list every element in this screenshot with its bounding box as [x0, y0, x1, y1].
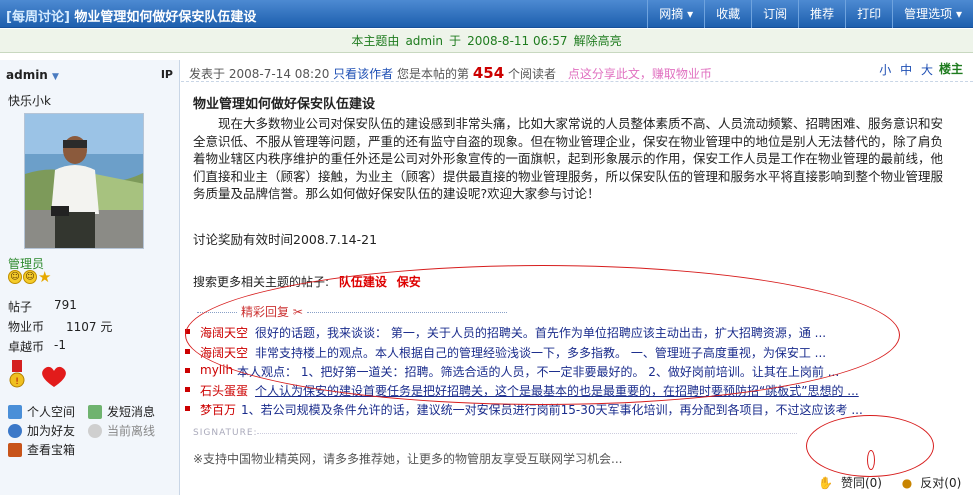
offline-status: 当前离线 [88, 422, 155, 439]
bullet-icon [185, 387, 190, 392]
font-size-switch: 小 中 大 [874, 61, 933, 78]
post-info: 发表于 2008-7-14 08:20 只看该作者 您是本帖的第 454 个阅读… [189, 64, 712, 82]
avatar-photo [25, 114, 143, 248]
add-friend-icon [8, 423, 22, 438]
heart-icon [42, 366, 66, 387]
agree-button[interactable]: ✋ 赞同(0) [818, 476, 890, 490]
menu-favorite[interactable]: 收藏 [704, 0, 751, 28]
author-only-link[interactable]: 只看该作者 [333, 67, 393, 81]
author-nickname: 快乐小k [8, 94, 51, 108]
view-treasure-link[interactable]: 查看宝箱 [8, 441, 75, 458]
stat-property-coins: 物业币 1107 元 [8, 320, 113, 334]
add-friend-link[interactable]: 加为好友 [8, 422, 75, 439]
font-medium-button[interactable]: 中 [900, 63, 912, 77]
bullet-icon [185, 349, 190, 354]
author-name[interactable]: admin ▼ [6, 68, 59, 82]
menu-digest[interactable]: 网摘 ▾ [647, 0, 704, 28]
thread-title-bar: [每周讨论] 物业管理如何做好保安队伍建设 网摘 ▾ 收藏 订阅 推荐 打印 管… [0, 0, 973, 28]
thread-title-text: 物业管理如何做好保安队伍建设 [74, 10, 257, 25]
moderation-notice: 本主题由 admin 于 2008-8-11 06:57 解除高亮 [0, 29, 973, 53]
notice-date: 2008-8-11 06:57 [467, 34, 568, 48]
reply-author[interactable]: 石头蛋蛋 [200, 382, 248, 399]
notice-label: 于 [449, 34, 462, 48]
ip-label[interactable]: IP [161, 68, 173, 81]
reader-prefix: 您是本帖的第 [397, 67, 470, 81]
post-body: 现在大多数物业公司对保安队伍的建设感到非常头痛，比如大家常说的人员整体素质不高、… [193, 116, 944, 201]
svg-text:!: ! [15, 377, 19, 387]
personal-space-link[interactable]: 个人空间 [8, 403, 75, 420]
menu-admin-options[interactable]: 管理选项 ▾ [892, 0, 973, 28]
font-small-button[interactable]: 小 [879, 63, 891, 77]
send-message-link[interactable]: 发短消息 [88, 403, 155, 420]
menu-recommend[interactable]: 推荐 [798, 0, 845, 28]
thread-menu: 网摘 ▾ 收藏 订阅 推荐 打印 管理选项 ▾ [647, 0, 973, 28]
signature-text: ※支持中国物业精英网，请多多推荐她，让更多的物管朋友享受互联网学习机会... [193, 452, 623, 466]
oppose-button[interactable]: ● 反对(0) [902, 476, 969, 490]
thumb-up-icon: ✋ [818, 476, 833, 490]
font-large-button[interactable]: 大 [921, 63, 933, 77]
posted-at: 2008-7-14 08:20 [228, 67, 330, 81]
stat-excellence-coins: 卓越币 -1 [8, 338, 66, 354]
smiley-icon: ☺ [8, 270, 22, 284]
avatar [24, 113, 144, 249]
notice-action: 解除高亮 [573, 34, 622, 48]
egg-icon: ● [901, 476, 913, 490]
notice-user[interactable]: admin [405, 34, 443, 48]
post-meta-bar: 发表于 2008-7-14 08:20 只看该作者 您是本帖的第 454 个阅读… [181, 60, 973, 82]
rank-icons: ☺ ☺ ★ [8, 268, 52, 286]
posted-label: 发表于 [189, 67, 226, 81]
author-sidebar: admin ▼ IP 快乐小k 管理员 ☺ ☺ ★ 帖子 791 物业币 1107 … [0, 60, 180, 495]
medals: ! [8, 360, 68, 394]
medal-icon: ! [9, 360, 25, 388]
reader-count: 454 [472, 64, 505, 82]
share-link[interactable]: 点这分享此文，赚取物业币 [568, 67, 712, 81]
floor-label: 楼主 [938, 62, 963, 76]
bullet-icon [185, 368, 190, 373]
notice-prefix: 本主题由 [351, 34, 400, 48]
menu-subscribe[interactable]: 订阅 [751, 0, 798, 28]
thread-title: [每周讨论] 物业管理如何做好保安队伍建设 [6, 6, 256, 25]
offline-user-icon [88, 423, 102, 438]
reply-author[interactable]: 梦百万 [200, 401, 236, 418]
smiley-icon: ☺ [23, 270, 37, 284]
treasure-box-icon [8, 442, 22, 457]
award-period: 讨论奖励有效时间2008.7.14-21 [193, 232, 378, 247]
stat-posts: 帖子 791 [8, 298, 77, 314]
vote-area: ✋ 赞同(0) ● 反对(0) [818, 474, 973, 491]
message-icon [88, 404, 102, 419]
bullet-icon [185, 406, 190, 411]
highlight-ring-replies [185, 265, 900, 405]
menu-print[interactable]: 打印 [845, 0, 892, 28]
reader-suffix: 个阅读者 [508, 67, 557, 81]
star-icon: ★ [38, 268, 52, 286]
signature-label: SIGNATURE: [193, 428, 794, 438]
thread-tag[interactable]: [每周讨论] [6, 10, 70, 25]
home-icon [8, 404, 22, 419]
highlight-ring-small [867, 450, 875, 470]
post-title: 物业管理如何做好保安队伍建设 [193, 97, 376, 112]
